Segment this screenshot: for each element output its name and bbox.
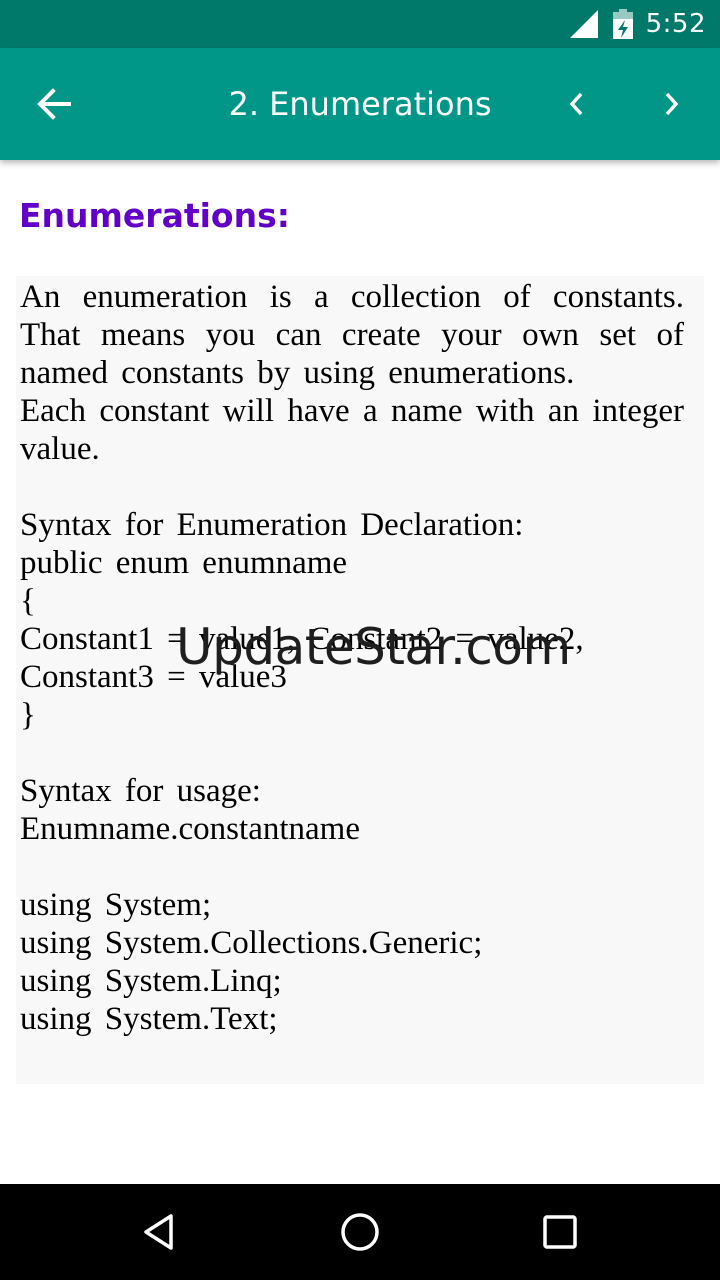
using-line: using System; [20, 887, 212, 923]
battery-charging-icon [612, 9, 633, 39]
navigation-bar [0, 1184, 720, 1280]
usage-label: Syntax for usage: [20, 773, 261, 809]
using-line: using System.Linq; [20, 963, 282, 999]
intro-paragraph: An enumeration is a collection of consta… [20, 279, 684, 391]
nav-home-button[interactable] [328, 1200, 392, 1264]
usage-code: Enumname.constantname [20, 811, 360, 847]
triangle-back-icon [144, 1214, 173, 1250]
using-line: using System.Collections.Generic; [20, 925, 483, 961]
status-icons: 5:52 [568, 0, 706, 48]
circle-home-icon [341, 1213, 379, 1251]
code-line: public enum enumname [20, 545, 348, 581]
constant-paragraph: Each constant will have a name with an i… [20, 393, 684, 467]
chevron-left-icon [569, 92, 583, 116]
code-line: { [20, 583, 36, 619]
square-recents-icon [543, 1215, 577, 1249]
cellular-signal-icon [569, 10, 598, 38]
content-area: Enumerations: An enumeration is a collec… [0, 160, 720, 1184]
previous-topic-button[interactable] [550, 76, 602, 132]
status-bar: 5:52 [0, 0, 720, 48]
watermark: UpdateStar.com [176, 618, 571, 676]
app-bar: 2. Enumerations [0, 48, 720, 160]
code-line: } [20, 697, 36, 733]
syntax-label: Syntax for Enumeration Declaration: [20, 507, 524, 543]
section-heading: Enumerations: [19, 196, 290, 235]
chevron-right-icon [665, 92, 679, 116]
lesson-text-box: An enumeration is a collection of consta… [16, 276, 704, 1084]
using-line: using System.Text; [20, 1001, 278, 1037]
nav-back-button[interactable] [128, 1200, 192, 1264]
nav-recents-button[interactable] [528, 1200, 592, 1264]
status-time: 5:52 [645, 9, 706, 39]
next-topic-button[interactable] [646, 76, 698, 132]
page-title: 2. Enumerations [228, 85, 492, 123]
